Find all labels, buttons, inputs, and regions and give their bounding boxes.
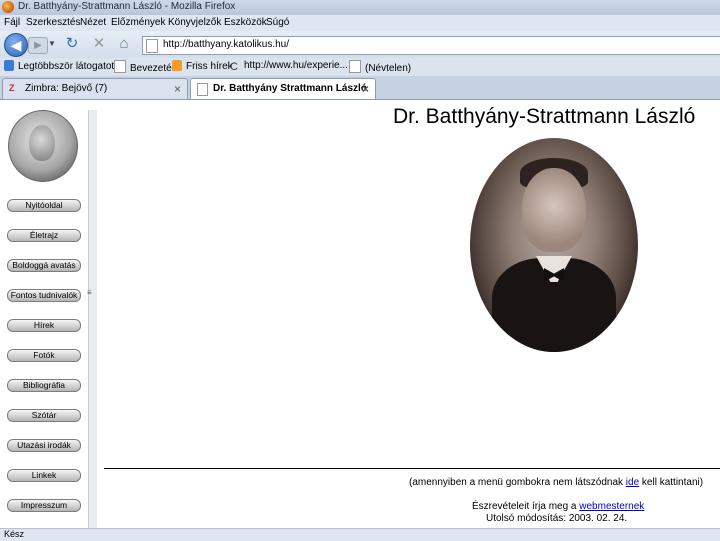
tab-label: Zimbra: Bejövő (7) [25,83,108,94]
nav-button-travel-agencies[interactable]: Utazási irodák [7,439,81,452]
menu-edit[interactable]: Szerkesztés [26,17,80,28]
menu-file[interactable]: Fájl [4,17,20,28]
menu-tools[interactable]: Eszközök [224,17,267,28]
bookmark-label: Bevezetés [130,63,177,74]
back-arrow-icon[interactable]: ◀ [4,33,28,57]
home-icon[interactable]: ⌂ [116,36,132,52]
nav-button-photos[interactable]: Fotók [7,349,81,362]
status-text: Kész [4,529,25,539]
page-icon [349,60,361,73]
nav-button-news[interactable]: Hírek [7,319,81,332]
close-icon[interactable]: × [362,82,369,96]
medal-portrait-image [8,110,78,182]
c-logo-icon: C [230,61,238,73]
reload-icon[interactable]: ↻ [64,36,80,52]
nav-button-biography[interactable]: Életrajz [7,229,81,242]
close-icon[interactable]: × [174,82,181,96]
zimbra-icon: Z [9,83,15,93]
last-modified: Utolsó módosítás: 2003. 02. 24. [486,513,628,524]
menu-bar: Fájl Szerkesztés Nézet Előzmények Könyvj… [0,15,720,31]
webmaster-link[interactable]: webmesternek [579,501,644,512]
page-icon [197,83,208,96]
navigation-toolbar: ◀ ▶ ▼ ↻ ✕ ⌂ http://batthyany.katolikus.h… [0,31,720,58]
nav-button-bibliography[interactable]: Bibliográfia [7,379,81,392]
bookmark-folder-icon [4,60,14,71]
bookmark-label: Friss hírek [186,61,233,72]
note-text: (amennyiben a menü gombokra nem látszódn… [409,477,626,488]
nav-button-imprint[interactable]: Impresszum [7,499,81,512]
page-icon [146,39,158,53]
menu-bookmarks[interactable]: Könyvjelzők [168,17,221,28]
nav-button-beatification[interactable]: Boldoggá avatás [7,259,81,272]
nav-button-important-info[interactable]: Fontos tudnivalók [7,289,81,302]
portrait-face [522,168,586,252]
firefox-icon [2,1,14,13]
nav-button-dictionary[interactable]: Szótár [7,409,81,422]
tab-label: Dr. Batthyány Strattmann László [213,83,367,94]
bookmark-most-visited[interactable]: Legtöbbször látogatott [4,60,117,72]
medal-face [29,125,55,161]
frame-scrollbar[interactable] [88,110,97,528]
bookmark-news[interactable]: Friss hírek [172,60,233,72]
bookmark-label: http://www.hu/experie... [244,60,348,71]
tab-bar: Z Zimbra: Bejövő (7) × Dr. Batthyány Str… [0,76,720,100]
note-text-end: kell kattintani) [639,477,704,488]
history-dropdown-icon[interactable]: ▼ [48,39,56,48]
frame-resize-grip-icon[interactable]: ≡ [87,288,92,297]
menu-help[interactable]: Súgó [266,17,289,28]
divider [104,468,720,469]
main-content-frame: Dr. Batthyány-Strattmann László (amennyi… [100,100,720,528]
window-title-bar: Dr. Batthyány-Strattmann László - Mozill… [0,0,720,15]
window-title: Dr. Batthyány-Strattmann László - Mozill… [18,1,236,12]
bookmark-untitled[interactable]: (Névtelen) [349,60,411,74]
address-bar[interactable]: http://batthyany.katolikus.hu/ [142,36,720,55]
bookmark-label: (Névtelen) [365,63,412,74]
sidebar-frame: Nyitóoldal Életrajz Boldoggá avatás Font… [0,100,100,528]
bookmarks-toolbar: Legtöbbször látogatott Bevezetés Friss h… [0,58,720,76]
nav-button-home[interactable]: Nyitóoldal [7,199,81,212]
menu-help-note: (amennyiben a menü gombokra nem látszódn… [409,477,703,488]
contact-text: Észrevételeit írja meg a [472,501,580,512]
menu-view[interactable]: Nézet [80,17,106,28]
here-link[interactable]: ide [626,477,639,488]
bookmark-getting-started[interactable]: Bevezetés [114,60,177,74]
page-icon [114,60,126,73]
bookmark-experience[interactable]: Chttp://www.hu/experie... [230,60,348,73]
tab-zimbra[interactable]: Z Zimbra: Bejövő (7) × [2,78,188,99]
bookmark-label: Legtöbbször látogatott [18,61,117,72]
portrait-photo [470,138,638,352]
contact-line: Észrevételeit írja meg a webmesternek [472,501,644,512]
menu-history[interactable]: Előzmények [111,17,165,28]
tab-batthyany[interactable]: Dr. Batthyány Strattmann László × [190,78,376,99]
nav-button-links[interactable]: Linkek [7,469,81,482]
status-bar: Kész [0,528,720,541]
rss-icon [172,60,182,71]
stop-icon[interactable]: ✕ [91,36,107,52]
forward-arrow-icon[interactable]: ▶ [28,37,48,54]
page-title: Dr. Batthyány-Strattmann László [393,105,696,128]
address-text[interactable]: http://batthyany.katolikus.hu/ [163,39,289,50]
